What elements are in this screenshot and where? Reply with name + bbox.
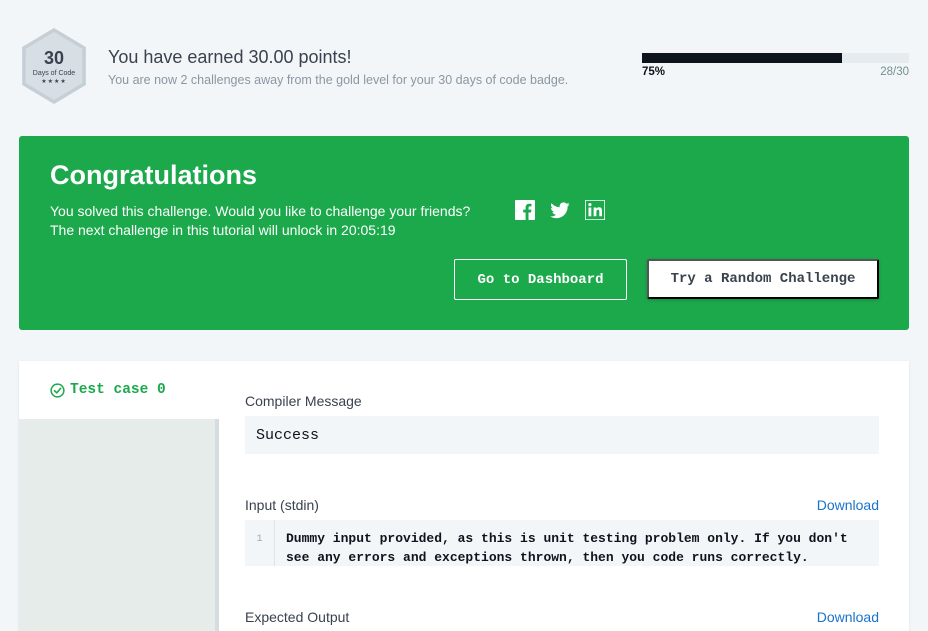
next-challenge-unlock-text: The next challenge in this tutorial will… (50, 222, 396, 238)
badge-progress-fill (642, 53, 843, 63)
expected-output-label: Expected Output (245, 609, 350, 625)
try-random-challenge-button[interactable]: Try a Random Challenge (647, 259, 879, 299)
sidebar-divider (215, 419, 219, 631)
twitter-icon[interactable] (550, 200, 570, 220)
line-number: 1 (245, 520, 275, 566)
tab-test-case-0[interactable]: Test case 0 (19, 361, 215, 419)
linkedin-icon[interactable] (585, 200, 605, 220)
share-icons (515, 200, 605, 220)
go-to-dashboard-button[interactable]: Go to Dashboard (454, 259, 627, 300)
test-case-sidebar (19, 419, 215, 631)
input-label: Input (stdin) (245, 497, 319, 513)
badge-progress-bar (642, 53, 909, 63)
input-text: Dummy input provided, as this is unit te… (286, 531, 848, 565)
challenge-friends-text: You solved this challenge. Would you lik… (50, 203, 471, 219)
congratulations-title: Congratulations (50, 160, 257, 190)
badge-label: Days of Code (32, 69, 76, 77)
congratulations-panel: Congratulations You solved this challeng… (19, 136, 909, 330)
compiler-message-box: Success (245, 416, 879, 454)
input-code-box: 1 Dummy input provided, as this is unit … (245, 520, 879, 566)
points-earned-subtitle: You are now 2 challenges away from the g… (108, 73, 569, 87)
badge-number: 30 (43, 47, 65, 68)
compiler-message-label: Compiler Message (245, 393, 362, 409)
expected-output-download-link[interactable]: Download (817, 609, 879, 625)
progress-percent: 75% (642, 66, 666, 78)
test-results-panel: Test case 0 Compiler Message Success Inp… (19, 361, 909, 631)
badge-stars: ★★★★ (41, 78, 67, 85)
facebook-icon[interactable] (515, 200, 535, 220)
days-of-code-badge: 30 Days of Code ★★★★ (22, 28, 86, 104)
check-circle-icon (50, 382, 65, 398)
test-case-label: Test case 0 (70, 382, 166, 398)
badge-row: 30 Days of Code ★★★★ You have earned 30.… (0, 0, 928, 118)
progress-count: 28/30 (880, 66, 909, 78)
input-download-link[interactable]: Download (817, 497, 879, 513)
points-earned-title: You have earned 30.00 points! (108, 47, 352, 67)
